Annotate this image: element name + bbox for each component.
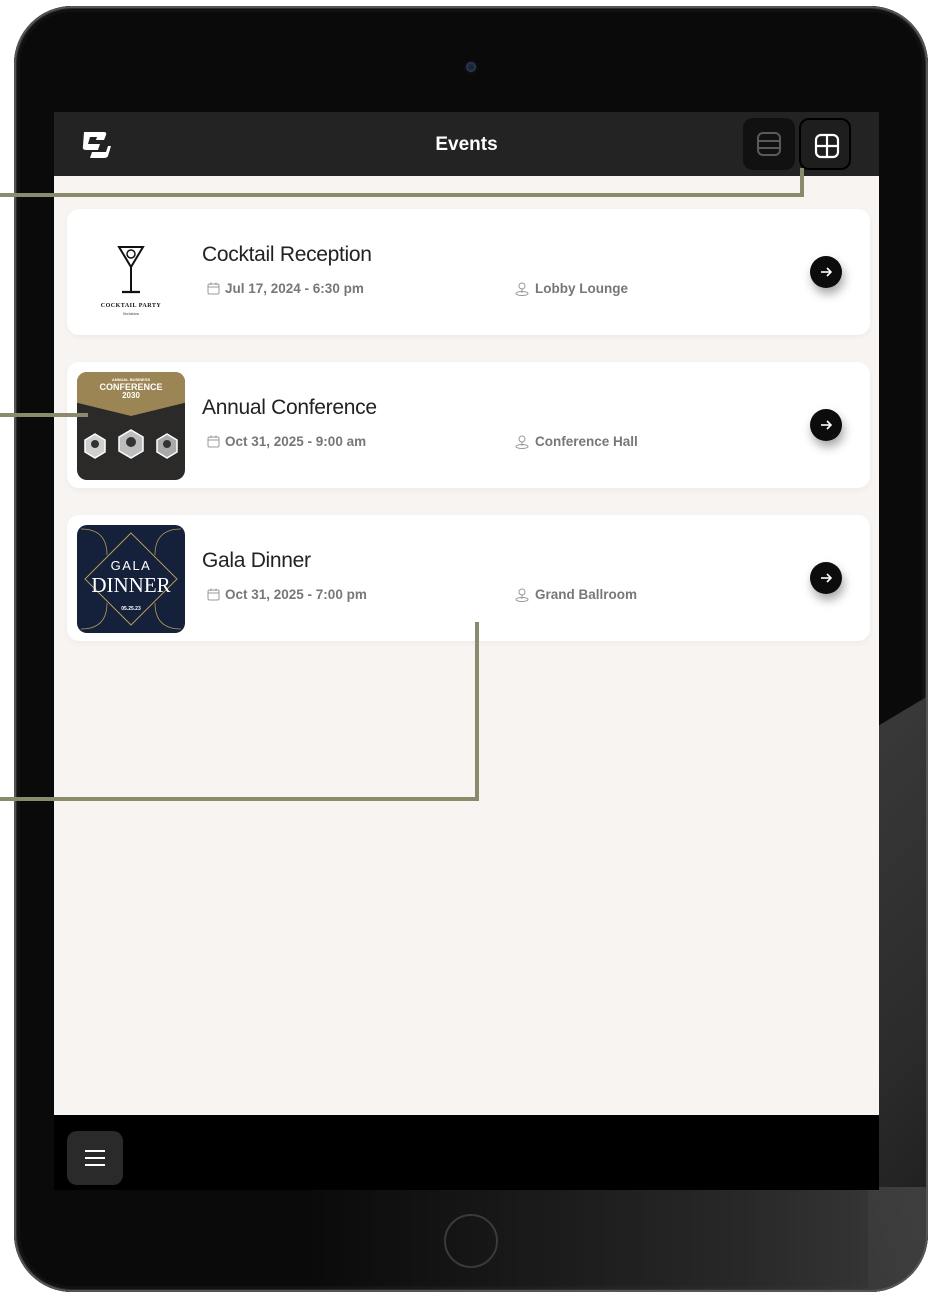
thumb-caption: GALA	[110, 558, 152, 573]
grid-view-icon	[814, 133, 840, 159]
home-button[interactable]	[444, 1214, 498, 1268]
event-location: Lobby Lounge	[514, 281, 628, 296]
callout-line-grid-vertical	[800, 168, 804, 197]
thumb-caption-2: DINNER	[91, 573, 171, 597]
event-location-text: Conference Hall	[535, 434, 638, 449]
location-pin-icon	[515, 588, 529, 602]
calendar-icon	[207, 435, 220, 448]
speaker-portraits-icon	[84, 429, 178, 459]
thumb-subcaption: Invitation	[123, 311, 139, 316]
event-card[interactable]: GALA DINNER 05.25.23 Gala Dinner Oct 31,…	[67, 515, 870, 641]
event-title: Cocktail Reception	[202, 243, 372, 266]
event-date-text: Oct 31, 2025 - 7:00 pm	[225, 587, 367, 602]
menu-button[interactable]	[67, 1131, 123, 1185]
event-card[interactable]: ANNUAL BUSINESS CONFERENCE 2030 Annual C…	[67, 362, 870, 488]
event-thumbnail: ANNUAL BUSINESS CONFERENCE 2030	[77, 372, 185, 480]
tablet-frame: Events COCKTAIL PARTY Invitation Cocktai…	[14, 6, 928, 1292]
event-thumbnail: COCKTAIL PARTY Invitation	[77, 219, 185, 327]
calendar-icon	[207, 588, 220, 601]
event-date-text: Jul 17, 2024 - 6:30 pm	[225, 281, 364, 296]
event-title: Annual Conference	[202, 396, 377, 419]
open-event-button[interactable]	[810, 409, 842, 441]
top-bar: Events	[54, 112, 879, 176]
location-pin-icon	[515, 435, 529, 449]
event-date: Jul 17, 2024 - 6:30 pm	[207, 281, 364, 296]
device-glare-bottom	[304, 1187, 928, 1292]
bottom-bar	[54, 1115, 879, 1190]
callout-line-card	[0, 797, 479, 801]
grid-view-button[interactable]	[799, 118, 851, 170]
event-location-text: Lobby Lounge	[535, 281, 628, 296]
event-thumbnail: GALA DINNER 05.25.23	[77, 525, 185, 633]
list-view-button[interactable]	[743, 118, 795, 170]
location-pin-icon	[515, 282, 529, 296]
open-event-button[interactable]	[810, 562, 842, 594]
callout-line-thumbnail	[0, 413, 88, 417]
event-location: Grand Ballroom	[514, 587, 637, 602]
event-location: Conference Hall	[514, 434, 638, 449]
callout-line-grid	[0, 193, 804, 197]
app-screen: Events COCKTAIL PARTY Invitation Cocktai…	[54, 112, 879, 1190]
event-date: Oct 31, 2025 - 9:00 am	[207, 434, 366, 449]
event-date: Oct 31, 2025 - 7:00 pm	[207, 587, 367, 602]
thumb-date: 05.25.23	[121, 606, 141, 612]
hamburger-menu-icon	[85, 1150, 105, 1166]
front-camera	[466, 62, 476, 72]
event-title: Gala Dinner	[202, 549, 311, 572]
arrow-right-icon	[821, 267, 833, 277]
event-list: COCKTAIL PARTY Invitation Cocktail Recep…	[54, 176, 879, 1116]
open-event-button[interactable]	[810, 256, 842, 288]
event-date-text: Oct 31, 2025 - 9:00 am	[225, 434, 367, 449]
event-location-text: Grand Ballroom	[535, 587, 638, 602]
event-card[interactable]: COCKTAIL PARTY Invitation Cocktail Recep…	[67, 209, 870, 335]
calendar-icon	[207, 282, 220, 295]
arrow-right-icon	[821, 573, 833, 583]
callout-line-card-vertical	[475, 622, 479, 801]
list-view-icon	[757, 132, 781, 156]
thumb-caption: COCKTAIL PARTY	[100, 303, 162, 309]
arrow-right-icon	[821, 420, 833, 430]
